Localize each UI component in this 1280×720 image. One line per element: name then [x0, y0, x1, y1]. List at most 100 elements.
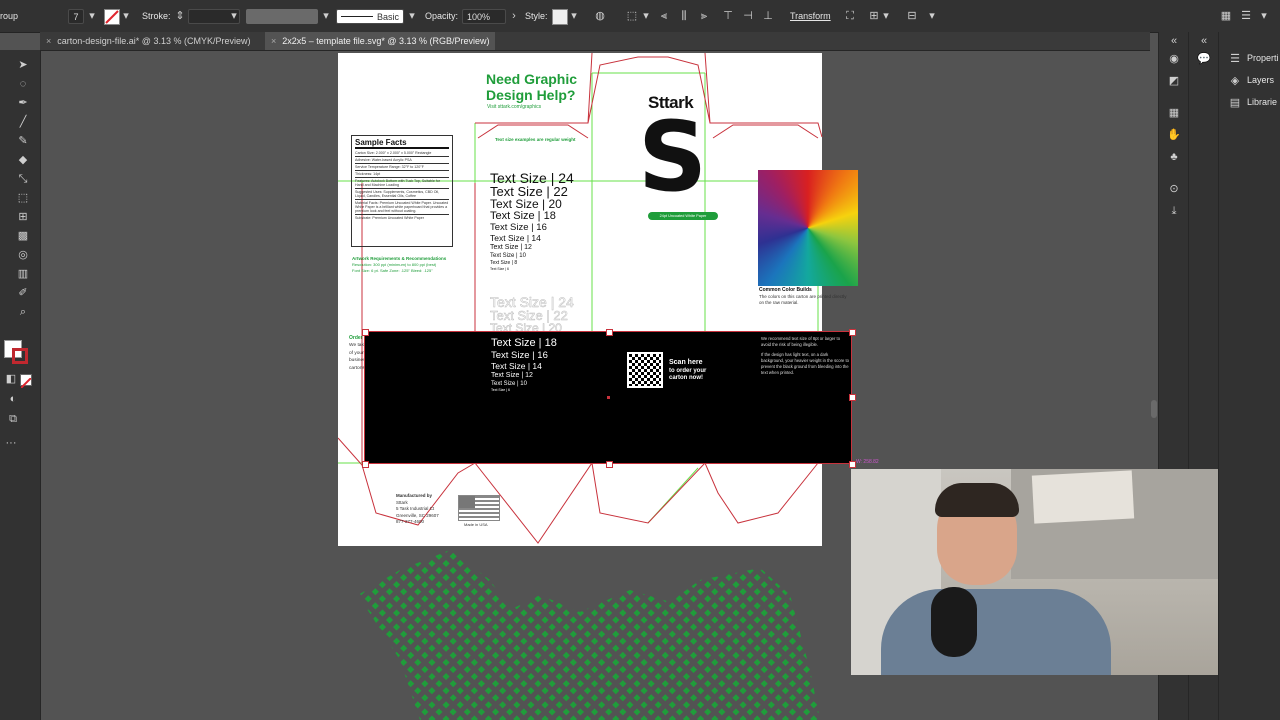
collapse-icon[interactable]: « [1197, 34, 1211, 48]
none-color-icon[interactable] [20, 374, 32, 389]
align-to-icon[interactable]: ⬚ [626, 10, 638, 22]
chevron-down-icon[interactable]: ▾ [120, 10, 132, 22]
stroke-color-box[interactable] [12, 348, 28, 364]
webcam-hair [935, 483, 1019, 517]
stepper-icon[interactable]: ⇕ [174, 10, 186, 22]
free-transform-icon[interactable]: ⬚ [16, 191, 30, 205]
appearance-icon[interactable]: ◉ [1167, 52, 1181, 66]
eyedropper-icon[interactable]: ✐ [16, 286, 30, 300]
align-center-icon[interactable]: ⫼ [678, 10, 690, 22]
align-right-icon[interactable]: ⫸ [698, 10, 710, 22]
align-left-icon[interactable]: ⫷ [658, 10, 670, 22]
chevron-right-icon[interactable]: › [508, 10, 520, 22]
facts-row: Material Facts: Premium Uncoated White P… [355, 201, 449, 215]
arrange-documents-icon[interactable]: ▦ [1220, 10, 1232, 22]
brush-label: Basic [376, 11, 399, 22]
recolor-artwork-icon[interactable]: ◍ [594, 10, 606, 22]
dimension-label: W: 258.82 [856, 459, 879, 465]
chevron-down-icon[interactable]: ▾ [1258, 10, 1270, 22]
fill-swatch[interactable]: 7 [68, 9, 84, 24]
selection-handle[interactable] [362, 329, 369, 336]
tab-carton-design[interactable]: × carton-design-file.ai* @ 3.13 % (CMYK/… [40, 32, 265, 50]
transform-link[interactable]: Transform [790, 0, 831, 32]
export-icon[interactable]: ⤓ [1167, 204, 1181, 218]
close-icon[interactable]: × [46, 36, 51, 46]
brand-mark: S [638, 101, 708, 213]
panel-libraries[interactable]: ▤ Librarie [1229, 94, 1277, 110]
align-bottom-icon[interactable]: ⊥ [762, 10, 774, 22]
arrange-icon[interactable]: ⊟ [906, 10, 918, 22]
opacity-input[interactable]: 100% [462, 9, 506, 24]
graph-icon[interactable]: ▥ [16, 267, 30, 281]
facts-row: Carton Size: 2.000" x 2.000" x 5.000" Re… [355, 150, 449, 157]
text-size-ladder: Text Size | 24 Text Size | 22 Text Size … [490, 171, 574, 272]
center-point [607, 396, 610, 399]
vertical-scrollbar[interactable] [1151, 400, 1157, 418]
panel-menu-icon[interactable]: ☰ [1240, 10, 1252, 22]
style-label: Style: [525, 11, 548, 21]
close-icon[interactable]: × [271, 36, 276, 46]
chevron-down-icon[interactable]: ▾ [228, 10, 240, 22]
eraser-icon[interactable]: ◆ [16, 153, 30, 167]
tab-label: carton-design-file.ai* @ 3.13 % (CMYK/Pr… [57, 36, 251, 46]
paintbrush-icon[interactable]: ✎ [16, 134, 30, 148]
chevron-down-icon[interactable]: ▾ [320, 10, 332, 22]
stroke-swatch[interactable] [104, 9, 120, 25]
chevron-down-icon[interactable]: ▾ [926, 10, 938, 22]
selection-handle[interactable] [606, 461, 613, 468]
selection-handle[interactable] [849, 329, 856, 336]
headline: Need Graphic Design Help? [486, 71, 578, 103]
chevron-down-icon[interactable]: ▾ [640, 10, 652, 22]
brush-definition[interactable]: Basic [336, 9, 404, 24]
direct-selection-icon[interactable]: ➤ [16, 58, 30, 72]
align-middle-icon[interactable]: ⊣ [742, 10, 754, 22]
facts-row: Adhesive: Water-based Acrylic PSA [355, 157, 449, 164]
gradient-icon[interactable]: ▩ [16, 229, 30, 243]
text-size-sample: Text Size | 24 [490, 170, 574, 186]
selection-handle[interactable] [606, 329, 613, 336]
line-icon[interactable]: ╱ [16, 115, 30, 129]
lasso-icon[interactable]: ◌ [16, 77, 30, 91]
chevron-down-icon[interactable]: ▾ [406, 10, 418, 22]
pen-icon[interactable]: ✒ [16, 96, 30, 110]
scale-icon[interactable]: ⤡ [16, 172, 30, 186]
chevron-down-icon[interactable]: ▾ [86, 10, 98, 22]
isolate-icon[interactable]: ⊞ [868, 10, 880, 22]
properties-icon: ☰ [1230, 52, 1240, 65]
comments-icon[interactable]: 💬 [1197, 52, 1211, 66]
transform-icon[interactable]: ⛶ [844, 10, 856, 22]
draw-mode-icon[interactable]: ◐ [6, 392, 20, 406]
align-top-icon[interactable]: ⊤ [722, 10, 734, 22]
text-size-sample: Text Size | 12 [491, 371, 533, 379]
default-colors-icon[interactable]: ◧ [4, 372, 18, 386]
blend-icon[interactable]: ◎ [16, 248, 30, 262]
brushes-icon[interactable]: ✋ [1167, 128, 1181, 142]
collapse-icon[interactable]: « [1167, 34, 1181, 48]
variable-width-profile[interactable] [246, 9, 318, 24]
document-info-icon[interactable]: ◩ [1167, 74, 1181, 88]
selection-handle[interactable] [849, 461, 856, 468]
screen-mode-icon[interactable]: ⧉ [6, 412, 20, 426]
selected-panel[interactable]: Text Size | 18 Text Size | 16 Text Size … [362, 329, 856, 468]
zoom-icon[interactable]: ⌕ [16, 305, 30, 319]
artboard[interactable]: Need Graphic Design Help? Visit sttark.c… [338, 53, 858, 546]
text-size-sample: Text Size | 14 [491, 360, 542, 371]
chevron-down-icon[interactable]: ▾ [568, 10, 580, 22]
more-tools-icon[interactable]: ··· [4, 436, 18, 450]
substrate-badge: 24pt Uncoated White Paper [648, 212, 718, 220]
panel-layers[interactable]: ◈ Layers [1229, 72, 1274, 88]
chevron-down-icon[interactable]: ▾ [880, 10, 892, 22]
symbols-icon[interactable]: ♣ [1167, 150, 1181, 164]
color-builds-title: Common Color Builds [759, 287, 812, 293]
perspective-grid-icon[interactable]: ⊞ [16, 210, 30, 224]
graphic-style-swatch[interactable] [552, 9, 568, 25]
swatches-icon[interactable]: ▦ [1167, 106, 1181, 120]
facts-row: Thickness: 14pt [355, 171, 449, 178]
panel-properties[interactable]: ☰ Properti [1229, 50, 1278, 66]
layers-icon: ◈ [1230, 74, 1240, 87]
tab-template-file[interactable]: × 2x2x5 – template file.svg* @ 3.13 % (R… [265, 32, 495, 50]
dot-pattern-artwork[interactable] [340, 550, 820, 720]
selection-handle[interactable] [849, 394, 856, 401]
selection-handle[interactable] [362, 461, 369, 468]
links-icon[interactable]: ⊙ [1167, 182, 1181, 196]
